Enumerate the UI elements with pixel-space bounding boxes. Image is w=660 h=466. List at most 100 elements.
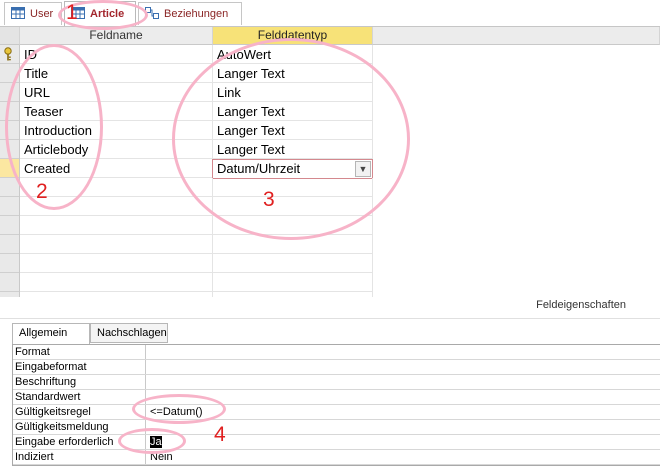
field-name-header[interactable]: Feldname <box>20 27 213 45</box>
data-type-dropdown[interactable]: Datum/Uhrzeit ▼ <box>212 159 373 179</box>
property-row[interactable]: Eingabeformat <box>13 360 660 375</box>
property-label: Indiziert <box>13 450 146 464</box>
row-selector[interactable] <box>0 83 19 102</box>
document-tab-bar: User Article Beziehungen <box>0 0 660 27</box>
table-row[interactable]: Teaser Langer Text <box>0 102 660 121</box>
field-name-cell[interactable]: Introduction <box>20 121 213 140</box>
row-selector[interactable] <box>0 121 19 140</box>
required-value-text[interactable]: Ja <box>150 436 162 448</box>
table-row[interactable]: ID AutoWert <box>0 45 660 64</box>
field-name-cell[interactable]: Articlebody <box>20 140 213 159</box>
relationships-icon <box>145 6 159 22</box>
required-value[interactable]: Ja <box>148 435 450 449</box>
row-selector[interactable] <box>0 273 19 292</box>
property-label: Gültigkeitsmeldung <box>13 420 146 434</box>
property-label: Beschriftung <box>13 375 146 389</box>
property-value[interactable]: Nein <box>148 450 450 464</box>
row-selector[interactable] <box>0 254 19 273</box>
property-value[interactable] <box>148 420 450 434</box>
row-selector[interactable] <box>0 178 19 197</box>
data-type-cell[interactable] <box>213 216 373 235</box>
data-type-cell[interactable]: Langer Text <box>213 140 373 159</box>
field-properties-caption: Feldeigenschaften <box>536 299 626 311</box>
table-row[interactable]: Title Langer Text <box>0 64 660 83</box>
table-row[interactable] <box>0 254 660 273</box>
tab-user-label: User <box>30 8 54 20</box>
property-label: Standardwert <box>13 390 146 404</box>
row-selector[interactable] <box>0 102 19 121</box>
data-type-cell[interactable]: Langer Text <box>213 102 373 121</box>
property-row[interactable]: Indiziert Nein <box>13 450 660 465</box>
data-type-header[interactable]: Felddatentyp <box>213 27 373 45</box>
property-value[interactable] <box>148 375 450 389</box>
property-row[interactable]: Gültigkeitsmeldung <box>13 420 660 435</box>
table-row[interactable] <box>0 235 660 254</box>
field-name-cell[interactable] <box>20 273 213 292</box>
data-type-cell[interactable] <box>213 197 373 216</box>
field-properties-panel: Allgemein Nachschlagen Format Eingabefor… <box>0 318 660 466</box>
data-type-dropdown-value: Datum/Uhrzeit <box>217 161 301 176</box>
table-row[interactable]: URL Link <box>0 83 660 102</box>
data-type-cell[interactable] <box>213 235 373 254</box>
field-name-cell[interactable]: URL <box>20 83 213 102</box>
property-label: Eingabeformat <box>13 360 146 374</box>
table-row[interactable] <box>0 197 660 216</box>
select-all-corner[interactable] <box>0 27 20 45</box>
chevron-down-icon[interactable]: ▼ <box>355 161 371 177</box>
row-selector[interactable] <box>0 140 19 159</box>
property-row[interactable]: Standardwert <box>13 390 660 405</box>
field-name-cell[interactable]: Created <box>20 159 213 178</box>
field-name-cell[interactable] <box>20 254 213 273</box>
field-name-cell[interactable]: Teaser <box>20 102 213 121</box>
data-type-cell[interactable]: Link <box>213 83 373 102</box>
table-icon <box>71 6 85 22</box>
validation-rule-value[interactable]: <=Datum() <box>148 405 450 419</box>
row-selector[interactable] <box>0 64 19 83</box>
table-row[interactable] <box>0 178 660 197</box>
row-selector-current[interactable] <box>0 159 19 178</box>
property-row[interactable]: Format <box>13 345 660 360</box>
tab-beziehungen-label: Beziehungen <box>164 8 229 20</box>
property-row[interactable]: Gültigkeitsregel <=Datum() <box>13 405 660 420</box>
table-row[interactable]: Introduction Langer Text <box>0 121 660 140</box>
table-row[interactable] <box>0 273 660 292</box>
data-type-cell[interactable]: Langer Text <box>213 64 373 83</box>
row-selector[interactable] <box>0 197 19 216</box>
property-label: Eingabe erforderlich <box>13 435 146 449</box>
tab-nachschlagen[interactable]: Nachschlagen <box>90 323 168 343</box>
property-sheet: Format Eingabeformat Beschriftung Standa… <box>12 344 660 466</box>
property-value[interactable] <box>148 360 450 374</box>
data-type-cell[interactable] <box>213 273 373 292</box>
property-row[interactable]: Eingabe erforderlich Ja <box>13 435 660 450</box>
table-icon <box>11 6 25 22</box>
description-header[interactable] <box>373 27 660 45</box>
data-type-cell[interactable] <box>213 178 373 197</box>
table-row[interactable]: Articlebody Langer Text <box>0 140 660 159</box>
table-row[interactable] <box>0 216 660 235</box>
tab-user[interactable]: User <box>4 2 62 25</box>
property-label: Format <box>13 345 146 359</box>
field-name-cell[interactable] <box>20 178 213 197</box>
row-selector[interactable] <box>0 235 19 254</box>
row-selector[interactable] <box>0 45 19 64</box>
table-design-grid: Feldname Felddatentyp ID AutoWert Title … <box>0 27 660 297</box>
field-name-cell[interactable]: ID <box>20 45 213 64</box>
table-row[interactable]: Created Datum/Uhrzeit ▼ <box>0 159 660 179</box>
primary-key-icon <box>3 47 13 64</box>
row-selector[interactable] <box>0 216 19 235</box>
property-row[interactable]: Beschriftung <box>13 375 660 390</box>
property-label: Gültigkeitsregel <box>13 405 146 419</box>
tab-article[interactable]: Article <box>64 1 136 26</box>
tab-article-label: Article <box>90 8 125 20</box>
data-type-cell[interactable]: Langer Text <box>213 121 373 140</box>
field-name-cell[interactable] <box>20 216 213 235</box>
property-value[interactable] <box>148 390 450 404</box>
data-type-cell[interactable] <box>213 254 373 273</box>
tab-beziehungen[interactable]: Beziehungen <box>138 2 242 25</box>
data-type-cell[interactable]: AutoWert <box>213 45 373 64</box>
property-value[interactable] <box>148 345 450 359</box>
field-name-cell[interactable]: Title <box>20 64 213 83</box>
field-name-cell[interactable] <box>20 197 213 216</box>
field-name-cell[interactable] <box>20 235 213 254</box>
tab-allgemein[interactable]: Allgemein <box>12 323 90 345</box>
